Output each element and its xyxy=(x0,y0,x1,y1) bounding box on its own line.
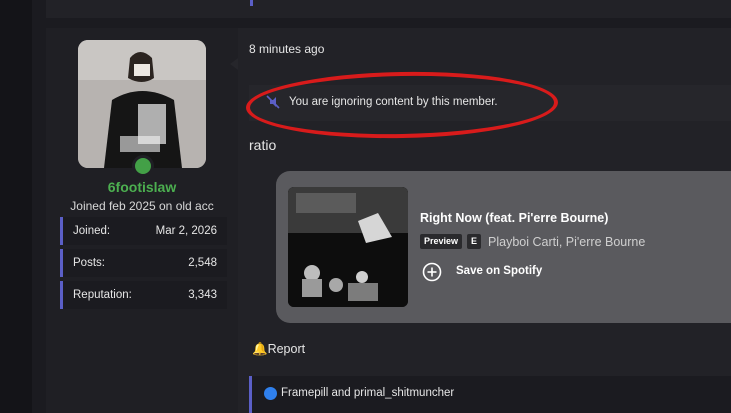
stat-posts: Posts: 2,548 xyxy=(60,249,227,277)
stat-label: Reputation: xyxy=(73,289,132,301)
album-cover-image xyxy=(288,187,408,307)
stat-joined: Joined: Mar 2, 2026 xyxy=(60,217,227,245)
online-status-indicator xyxy=(132,155,154,177)
track-artists[interactable]: Playboi Carti, Pi'erre Bourne xyxy=(488,235,645,249)
left-gutter xyxy=(0,0,32,413)
stat-label: Joined: xyxy=(73,225,111,237)
track-title[interactable]: Right Now (feat. Pi'erre Bourne) xyxy=(420,211,608,225)
reactions-list[interactable]: Framepill and primal_shitmuncher xyxy=(281,387,454,399)
bell-icon: 🔔 xyxy=(252,342,268,356)
stat-value: 2,548 xyxy=(188,257,217,269)
avatar[interactable] xyxy=(78,40,206,168)
post-caret xyxy=(230,58,238,70)
previous-reactions-bar xyxy=(250,0,253,6)
album-cover[interactable] xyxy=(288,187,408,307)
like-icon xyxy=(264,387,277,400)
add-icon[interactable] xyxy=(422,262,442,282)
avatar-image xyxy=(78,40,206,168)
username[interactable]: 6footislaw xyxy=(46,179,238,195)
stat-value: 3,343 xyxy=(188,289,217,301)
preview-badge: Preview xyxy=(420,234,463,249)
post-timestamp[interactable]: 8 minutes ago xyxy=(249,42,324,56)
previous-post xyxy=(46,0,731,18)
explicit-badge: E xyxy=(467,234,482,249)
stat-label: Posts: xyxy=(73,257,105,269)
user-title: Joined feb 2025 on old acc xyxy=(70,199,214,213)
stat-reputation: Reputation: 3,343 xyxy=(60,281,227,309)
report-button[interactable]: 🔔Report xyxy=(252,342,305,357)
report-label: Report xyxy=(267,342,306,356)
stat-value: Mar 2, 2026 xyxy=(155,225,217,237)
save-on-spotify-button[interactable]: Save on Spotify xyxy=(456,265,542,277)
post-message: ratio xyxy=(249,137,277,153)
